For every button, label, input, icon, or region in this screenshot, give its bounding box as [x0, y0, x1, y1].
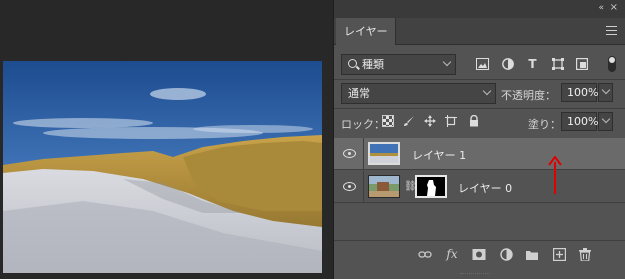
fill-label: 塗り： — [528, 118, 561, 131]
visibility-eye-icon[interactable] — [343, 182, 356, 191]
blend-mode-row: 通常 不透明度： 100% — [334, 82, 625, 106]
new-group-icon[interactable] — [525, 248, 539, 261]
divider — [363, 138, 364, 170]
layers-bottom-bar: fx — [334, 240, 625, 267]
smart-object-filter-icon[interactable] — [575, 58, 588, 71]
beach-dune-photo[interactable] — [3, 61, 322, 273]
layers-panel: « × レイヤー 種類 T 通常 不透明度： 100% ロック： 塗り： 100… — [333, 0, 625, 279]
lock-artboard-icon[interactable] — [445, 115, 457, 127]
layer-filter-row: 種類 T — [334, 52, 625, 78]
layer-row-layer-0[interactable]: ⛓ レイヤー 0 — [334, 171, 625, 203]
panel-resize-grip[interactable] — [460, 273, 490, 276]
annotation-arrow-icon — [548, 156, 562, 194]
fill-slider-button[interactable] — [598, 112, 613, 131]
new-layer-icon[interactable] — [552, 248, 566, 262]
blend-mode-value: 通常 — [348, 87, 370, 100]
layers-list: レイヤー 1 ⛓ レイヤー 0 — [334, 138, 625, 236]
chevron-down-icon — [482, 86, 492, 96]
panel-menu-icon[interactable] — [606, 26, 617, 35]
chevron-down-icon — [601, 85, 611, 95]
divider — [334, 79, 625, 80]
image-filter-icon[interactable] — [476, 58, 489, 70]
opacity-slider-button[interactable] — [598, 83, 613, 102]
document-canvas[interactable] — [0, 0, 331, 279]
layer-name[interactable]: レイヤー 0 — [458, 180, 512, 196]
chevron-down-icon — [442, 57, 452, 67]
type-filter-icon[interactable]: T — [526, 58, 539, 70]
panel-tab-bar: レイヤー — [334, 18, 625, 45]
adjustment-filter-icon[interactable] — [501, 58, 514, 70]
divider — [334, 108, 625, 109]
layer-mask-thumbnail[interactable] — [415, 175, 447, 198]
panel-title-bar: « × — [334, 0, 625, 18]
fill-input[interactable]: 100% — [561, 112, 598, 131]
close-panel-icon[interactable]: × — [610, 2, 618, 13]
search-icon — [348, 59, 357, 68]
layer-name[interactable]: レイヤー 1 — [412, 147, 466, 163]
layer-row-layer-1[interactable]: レイヤー 1 — [334, 138, 625, 170]
filter-kind-select[interactable]: 種類 — [341, 54, 456, 75]
chevron-down-icon — [601, 114, 611, 124]
lock-position-icon[interactable] — [424, 115, 436, 127]
filter-kind-label: 種類 — [362, 58, 384, 71]
lock-row: ロック： 塗り： 100% — [334, 110, 625, 134]
opacity-label: 不透明度： — [501, 89, 556, 102]
shape-filter-icon[interactable] — [551, 58, 564, 70]
blend-mode-select[interactable]: 通常 — [341, 83, 496, 104]
tab-layers[interactable]: レイヤー — [336, 18, 396, 45]
mask-link-icon[interactable]: ⛓ — [404, 179, 417, 194]
collapse-panel-icon[interactable]: « — [598, 3, 603, 13]
add-mask-icon[interactable] — [472, 248, 486, 261]
filter-toggle-icon[interactable] — [608, 56, 616, 72]
adjustment-layer-icon[interactable] — [499, 248, 513, 261]
lock-transparent-pixels-icon[interactable] — [382, 115, 394, 127]
divider — [363, 171, 364, 203]
visibility-eye-icon[interactable] — [343, 149, 356, 158]
link-layers-icon[interactable] — [418, 248, 432, 261]
layer-style-fx-icon[interactable]: fx — [445, 248, 459, 261]
delete-layer-icon[interactable] — [578, 248, 592, 262]
opacity-input[interactable]: 100% — [561, 83, 598, 102]
lock-label: ロック： — [341, 118, 385, 131]
layer-thumbnail[interactable] — [368, 142, 400, 165]
lock-image-pixels-icon[interactable] — [403, 115, 415, 127]
lock-all-icon[interactable] — [468, 114, 480, 127]
layer-thumbnail[interactable] — [368, 175, 400, 198]
